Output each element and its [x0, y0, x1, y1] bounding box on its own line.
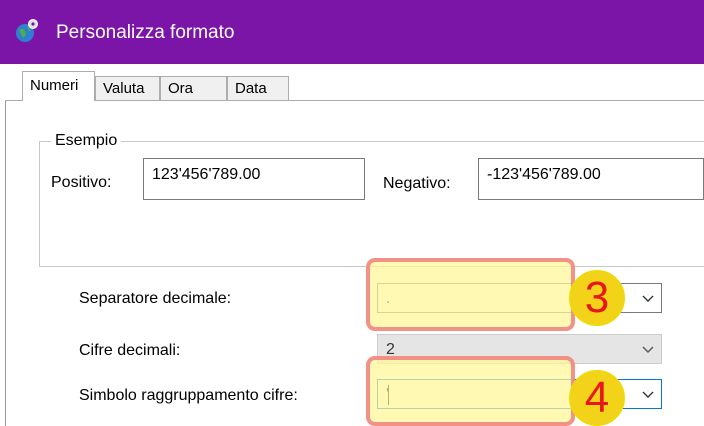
- decimal-digits-label: Cifre decimali:: [79, 342, 181, 359]
- negative-example-field: -123'456'789.00: [478, 158, 704, 200]
- tab-ora[interactable]: Ora: [160, 76, 227, 100]
- highlight-decimal-separator: [366, 258, 575, 331]
- tab-label: Data: [235, 80, 267, 97]
- title-bar[interactable]: Personalizza formato: [0, 0, 704, 64]
- window-title: Personalizza formato: [56, 22, 235, 43]
- tab-label: Ora: [168, 80, 194, 97]
- chevron-down-icon[interactable]: [641, 342, 655, 356]
- globe-settings-icon: [16, 19, 38, 42]
- step-badge-3: 3: [569, 270, 625, 326]
- positive-label: Positivo:: [51, 174, 112, 191]
- digit-grouping-label: Simbolo raggruppamento cifre:: [79, 387, 298, 404]
- tab-label: Numeri: [30, 77, 79, 94]
- tab-numeri[interactable]: Numeri: [22, 71, 95, 101]
- tab-label: Valuta: [103, 80, 145, 97]
- decimal-separator-label: Separatore decimale:: [79, 290, 232, 307]
- highlight-digit-grouping: [366, 356, 575, 426]
- example-group-legend: Esempio: [51, 131, 122, 151]
- positive-example-field: 123'456'789.00: [143, 158, 365, 200]
- negative-label: Negativo:: [383, 175, 451, 192]
- chevron-down-icon[interactable]: [641, 291, 655, 305]
- chevron-down-icon[interactable]: [641, 387, 655, 401]
- negative-example-value: -123'456'789.00: [487, 166, 601, 183]
- tab-panel-border: [5, 100, 6, 426]
- tab-valuta[interactable]: Valuta: [95, 76, 160, 100]
- dialog-window: Personalizza formato Numeri Valuta Ora D…: [0, 0, 704, 426]
- step-badge-4: 4: [569, 370, 625, 426]
- positive-example-value: 123'456'789.00: [152, 166, 261, 183]
- tab-data[interactable]: Data: [227, 76, 289, 100]
